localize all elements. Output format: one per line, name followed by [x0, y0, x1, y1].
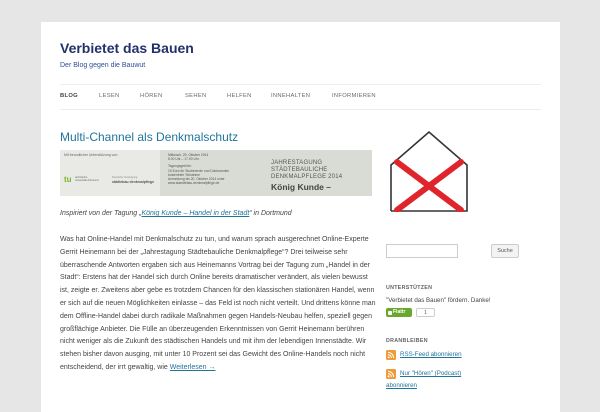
banner-thanks-text: Mit freundlicher Unterstützung von: [64, 153, 119, 157]
read-more-link[interactable]: Weiterlesen → [170, 364, 216, 371]
flattr-count: 1 [416, 308, 435, 317]
nav-item-blog[interactable]: BLOG [60, 93, 78, 99]
search-button[interactable]: Suche [491, 244, 519, 258]
flattr-icon [388, 310, 392, 315]
event-banner-image[interactable]: Mit freundlicher Unterstützung von: tu t… [60, 150, 372, 196]
nav-item-sehen[interactable]: SEHEN [185, 93, 206, 99]
rss-feed-link[interactable]: RSS-Feed abonnieren [400, 351, 462, 358]
post-title[interactable]: Multi-Channel als Denkmalschutz [60, 130, 238, 144]
flattr-label: Flattr [393, 309, 406, 315]
podcast-rss-icon[interactable] [386, 369, 396, 379]
nav-item-helfen[interactable]: HELFEN [227, 93, 252, 99]
site-description: Der Blog gegen die Bauwut [60, 62, 146, 69]
podcast-feed-link[interactable]: Nur "Hören" (Podcast) [400, 370, 461, 377]
page-container: Verbietet das Bauen Der Blog gegen die B… [41, 22, 560, 412]
flattr-button[interactable]: Flattr [386, 308, 412, 317]
stay-tuned-widget-title: DRANBLEIBEN [386, 338, 428, 344]
banner-event-subtitle: König Kunde – [271, 182, 331, 192]
site-logo-crossed-house-icon [389, 130, 469, 213]
banner-event-title: JAHRESTAGUNG STÄDTEBAULICHE DENKMALPFLEG… [271, 160, 342, 181]
nav-item-informieren[interactable]: INFORMIEREN [332, 93, 376, 99]
banner-event-details: Mittwoch, 29. Oktober 2014 8.00 Uhr – 17… [168, 153, 238, 185]
main-navigation: BLOG LESEN HÖREN SEHEN HELFEN INNEHALTEN… [60, 84, 541, 110]
support-text: "Verbietet das Bauen" fördern. Danke! [386, 297, 491, 304]
support-widget-title: UNTERSTÜTZEN [386, 285, 433, 291]
banner-title-line2: STÄDTEBAULICHE [271, 167, 328, 173]
sponsor-logo: städtebau denkmalpflege [112, 180, 155, 184]
banner-sponsors: Mit freundlicher Unterstützung von: tu t… [60, 150, 160, 196]
nav-item-innehalten[interactable]: INNEHALTEN [271, 93, 310, 99]
site-title[interactable]: Verbietet das Bauen [60, 40, 194, 56]
podcast-feed-link-continued[interactable]: abonnieren [386, 382, 417, 389]
banner-title-line3: DENKMALPFLEGE 2014 [271, 174, 343, 180]
intro-link[interactable]: König Kunde – Handel in der Stadt [141, 210, 249, 217]
post-excerpt: Was hat Online-Handel mit Denkmalschutz … [60, 234, 376, 375]
post-intro: Inspiriert von der Tagung „König Kunde –… [60, 210, 292, 217]
sponsor-subtext: Deutsche Vereinigung [112, 176, 138, 179]
tu-dortmund-logo: tu [64, 175, 72, 184]
search-input[interactable] [386, 244, 458, 258]
nav-item-hoeren[interactable]: HÖREN [140, 93, 162, 99]
post-body-text: Was hat Online-Handel mit Denkmalschutz … [60, 236, 376, 371]
tu-dortmund-subtext: technische universität dortmund [75, 176, 99, 182]
intro-suffix: “ in Dortmund [249, 210, 292, 217]
banner-registration-url: www.staedtebau-denkmalpflege.de [168, 181, 220, 186]
nav-item-lesen[interactable]: LESEN [99, 93, 120, 99]
rss-icon[interactable] [386, 350, 396, 360]
intro-prefix: Inspiriert von der Tagung „ [60, 210, 142, 217]
banner-title-line1: JAHRESTAGUNG [271, 160, 323, 166]
